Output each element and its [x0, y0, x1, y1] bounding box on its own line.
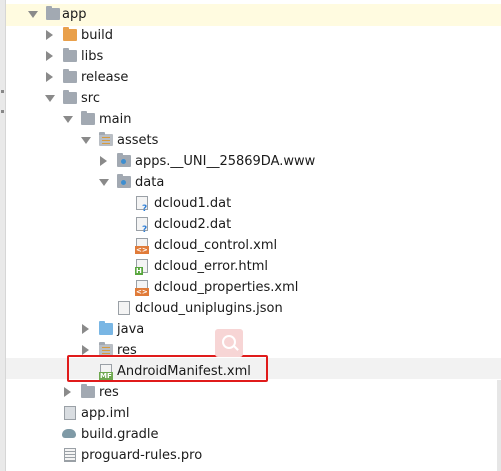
- tree-item-label: res: [99, 385, 119, 400]
- tree-item-dcloud-control[interactable]: <> dcloud_control.xml: [6, 235, 501, 256]
- tree-item-label: main: [99, 112, 132, 127]
- unknown-file-icon: ?: [136, 217, 148, 235]
- tree-item-label: java: [117, 322, 145, 337]
- tree-item-main[interactable]: main: [6, 109, 501, 130]
- tree-item-label: src: [81, 91, 100, 106]
- question-mark-icon: ?: [142, 225, 148, 235]
- chevron-right-icon[interactable]: [46, 72, 53, 82]
- xml-file-icon: <>: [135, 238, 149, 254]
- tree-item-label: app.iml: [81, 406, 130, 421]
- gutter-mark: [1, 90, 4, 93]
- tree-item-label: data: [135, 175, 165, 190]
- tree-item-dcloud-uniplugins[interactable]: dcloud_uniplugins.json: [6, 298, 501, 319]
- folder-icon: [63, 69, 77, 83]
- tree-item-assets[interactable]: assets: [6, 130, 501, 151]
- chevron-down-icon[interactable]: [99, 179, 109, 186]
- tree-item-label: dcloud_properties.xml: [154, 280, 299, 295]
- folder-icon: [81, 384, 95, 398]
- chevron-right-icon[interactable]: [64, 387, 71, 397]
- tree-item-dcloud-error[interactable]: H dcloud_error.html: [6, 256, 501, 277]
- highlight-box: [67, 355, 268, 382]
- chevron-down-icon[interactable]: [81, 137, 91, 144]
- chevron-right-icon[interactable]: [82, 345, 89, 355]
- tree-item-label: dcloud2.dat: [154, 217, 232, 232]
- chevron-right-icon[interactable]: [46, 30, 53, 40]
- tree-item-label: dcloud_control.xml: [154, 238, 278, 253]
- folder-icon: [81, 111, 95, 125]
- question-mark-icon: ?: [142, 204, 148, 214]
- module-folder-icon: [46, 6, 60, 20]
- tree-item-java[interactable]: java: [6, 319, 501, 340]
- tree-item-label: dcloud_uniplugins.json: [135, 301, 283, 316]
- tree-item-proguard[interactable]: proguard-rules.pro: [6, 445, 501, 466]
- tree-item-libs[interactable]: libs: [6, 46, 501, 67]
- tree-item-dcloud1[interactable]: ? dcloud1.dat: [6, 193, 501, 214]
- chevron-right-icon[interactable]: [100, 156, 107, 166]
- tree-item-label: build.gradle: [81, 427, 159, 442]
- tree-item-label: dcloud_error.html: [154, 259, 268, 274]
- tree-item-label: release: [81, 70, 129, 85]
- tree-item-app-iml[interactable]: app.iml: [6, 403, 501, 424]
- xml-badge-icon: <>: [135, 288, 149, 296]
- tree-item-label: build: [81, 28, 113, 43]
- scrollbar[interactable]: [497, 380, 501, 471]
- folder-icon: [117, 153, 131, 167]
- tree-item-build[interactable]: build: [6, 25, 501, 46]
- tree-item-dcloud2[interactable]: ? dcloud2.dat: [6, 214, 501, 235]
- tree-item-apps-folder[interactable]: apps.__UNI__25869DA.www: [6, 151, 501, 172]
- html-file-icon: H: [135, 259, 148, 275]
- tree-item-label: assets: [117, 133, 159, 148]
- resource-lines-icon: [102, 137, 110, 144]
- folder-icon: [63, 48, 77, 62]
- resource-lines-icon: [102, 347, 110, 354]
- tree-item-dcloud-properties[interactable]: <> dcloud_properties.xml: [6, 277, 501, 298]
- assets-folder-icon: [99, 132, 113, 146]
- xml-badge-icon: <>: [135, 246, 149, 254]
- tree-item-app[interactable]: app: [6, 4, 501, 25]
- tree-item-label: proguard-rules.pro: [81, 448, 203, 463]
- chevron-down-icon[interactable]: [45, 95, 55, 102]
- folder-icon: [63, 27, 77, 41]
- tree-item-label: apps.__UNI__25869DA.www: [135, 154, 316, 169]
- chevron-down-icon[interactable]: [28, 11, 38, 18]
- tree-item-data[interactable]: data: [6, 172, 501, 193]
- chevron-right-icon[interactable]: [82, 324, 89, 334]
- package-dot-icon: [121, 180, 126, 185]
- module-file-icon: [64, 406, 76, 420]
- package-dot-icon: [121, 159, 126, 164]
- html-badge-icon: H: [135, 267, 143, 275]
- gradle-icon: [62, 429, 76, 438]
- tree-item-label: dcloud1.dat: [154, 196, 232, 211]
- tree-item-build-gradle[interactable]: build.gradle: [6, 424, 501, 445]
- text-file-icon: [64, 448, 76, 462]
- tree-item-label: libs: [81, 49, 104, 64]
- tree-item-label: app: [62, 7, 87, 22]
- project-tree-panel: { "tree": { "app": "app", "build": "buil…: [0, 0, 501, 471]
- json-file-icon: [118, 301, 130, 315]
- gutter-mark: [1, 110, 4, 113]
- xml-file-icon: <>: [135, 280, 149, 296]
- chevron-down-icon[interactable]: [63, 116, 73, 123]
- folder-icon: [117, 174, 131, 188]
- unknown-file-icon: ?: [136, 196, 148, 214]
- tree-item-res-src[interactable]: res: [6, 382, 501, 403]
- search-icon-handle: [233, 345, 239, 351]
- folder-icon: [63, 90, 77, 104]
- search-overlay-button[interactable]: [215, 329, 243, 357]
- tree-item-release[interactable]: release: [6, 67, 501, 88]
- chevron-right-icon[interactable]: [46, 51, 53, 61]
- source-folder-icon: [99, 321, 113, 335]
- tree-item-src[interactable]: src: [6, 88, 501, 109]
